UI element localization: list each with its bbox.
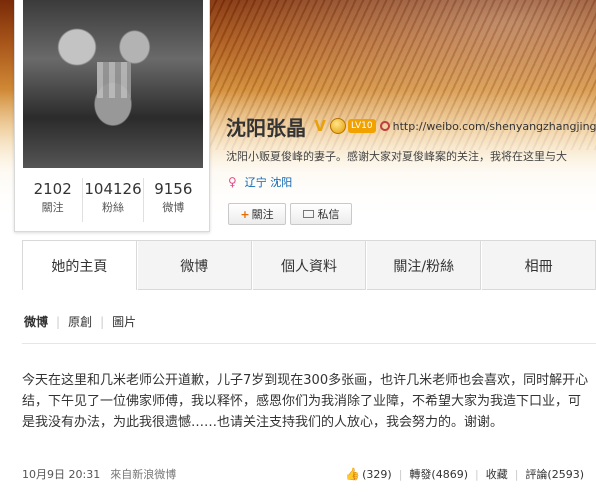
- follow-button-label: 關注: [251, 208, 274, 221]
- profile-location[interactable]: 辽宁 沈阳: [245, 174, 293, 190]
- profile-url[interactable]: http://weibo.com/shenyangzhangjing: [393, 120, 596, 133]
- follow-button[interactable]: + 關注: [228, 203, 286, 225]
- tab-home[interactable]: 她的主頁: [22, 241, 137, 290]
- message-button[interactable]: 私信: [290, 203, 352, 225]
- stat-posts-count: 9156: [154, 180, 193, 198]
- comment-link[interactable]: 評論(2593): [525, 466, 584, 482]
- post-time[interactable]: 10月9日 20:31: [22, 466, 100, 482]
- like-count[interactable]: (329): [362, 468, 392, 481]
- post-actions: 👍 (329) | 轉發(4869) | 收藏 | 評論(2593): [345, 466, 584, 482]
- weibo-profile-page: 2102 關注 104126 粉絲 9156 微博 沈阳张晶 V LV10 ht…: [0, 0, 596, 496]
- medal-icon[interactable]: [330, 118, 346, 134]
- post-source[interactable]: 來自新浪微博: [110, 466, 176, 482]
- profile-intro: 沈阳小贩夏俊峰的妻子。感谢大家对夏俊峰案的关注，我将在这里与大: [226, 150, 567, 163]
- verified-icon[interactable]: V: [312, 118, 328, 134]
- stat-followers-count: 104126: [84, 180, 142, 198]
- profile-name-row: 沈阳张晶 V LV10 http://weibo.com/shenyangzha…: [226, 112, 596, 140]
- tab-weibo[interactable]: 微博: [136, 241, 252, 290]
- level-badge[interactable]: LV10: [348, 119, 376, 133]
- divider: [22, 343, 596, 344]
- post-meta: 10月9日 20:31 來自新浪微博 👍 (329) | 轉發(4869) | …: [22, 464, 596, 484]
- message-button-label: 私信: [317, 208, 340, 221]
- profile-stats: 2102 關注 104126 粉絲 9156 微博: [23, 178, 203, 222]
- profile-tabs: 她的主頁 微博 個人資料 關注/粉絲 相冊: [22, 240, 596, 290]
- filter-images[interactable]: 圖片: [112, 313, 136, 330]
- favorite-link[interactable]: 收藏: [486, 466, 508, 482]
- stat-posts[interactable]: 9156 微博: [144, 178, 203, 222]
- link-icon: [377, 119, 392, 133]
- profile-name: 沈阳张晶: [226, 115, 306, 140]
- location-row: ♀ 辽宁 沈阳: [228, 174, 292, 190]
- filter-weibo[interactable]: 微博: [24, 313, 48, 330]
- stat-followers[interactable]: 104126 粉絲: [83, 178, 144, 222]
- filter-original[interactable]: 原創: [68, 313, 92, 330]
- female-icon: ♀: [228, 175, 237, 189]
- avatar[interactable]: [23, 0, 203, 168]
- mail-icon: [302, 210, 314, 218]
- stat-following-label: 關注: [41, 201, 64, 214]
- stat-posts-label: 微博: [162, 201, 185, 214]
- stat-followers-label: 粉絲: [101, 201, 124, 214]
- blurred-face: [97, 62, 131, 98]
- feed-filter: 微博 | 原創 | 圖片: [24, 313, 137, 330]
- stat-following-count: 2102: [33, 180, 72, 198]
- like-icon[interactable]: 👍: [345, 467, 360, 481]
- tab-profile-info[interactable]: 個人資料: [251, 241, 367, 290]
- repost-link[interactable]: 轉發(4869): [409, 466, 468, 482]
- plus-icon: +: [240, 207, 250, 221]
- tab-albums[interactable]: 相冊: [481, 241, 596, 290]
- post-text: 今天在这里和几米老师公开道歉，儿子7岁到现在300多张画，也许几米老师也会喜欢，…: [22, 373, 589, 430]
- profile-card: 2102 關注 104126 粉絲 9156 微博: [14, 0, 210, 232]
- tab-follow-fans[interactable]: 關注/粉絲: [366, 241, 482, 290]
- stat-following[interactable]: 2102 關注: [23, 178, 84, 222]
